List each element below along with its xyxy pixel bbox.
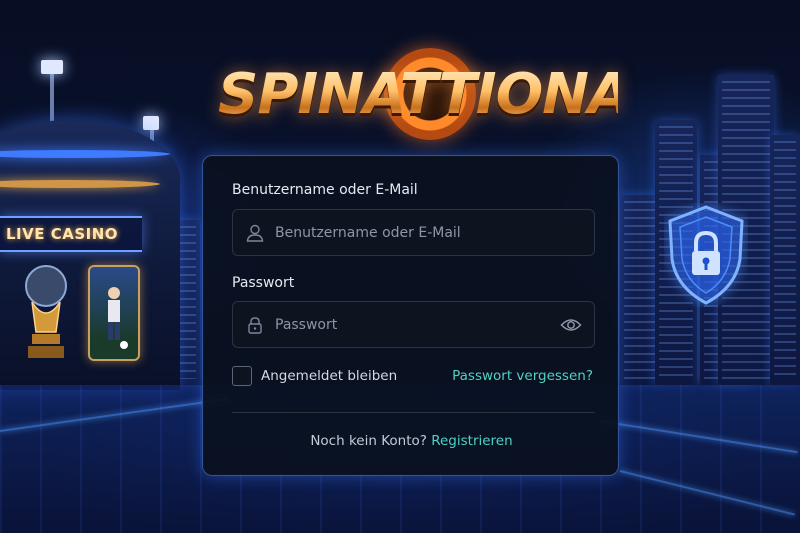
login-card: Benutzername oder E-Mail Passwort Angeme… (202, 155, 619, 476)
password-field[interactable] (232, 301, 595, 348)
live-casino-sign: LIVE CASINO (0, 216, 142, 252)
username-input[interactable] (275, 210, 555, 255)
username-label: Benutzername oder E-Mail (232, 182, 418, 198)
username-field[interactable] (232, 209, 595, 256)
football-player-icon (108, 287, 128, 349)
forgot-password-link[interactable]: Passwort vergessen? (452, 368, 593, 384)
divider (232, 412, 595, 413)
phone-screen (88, 265, 140, 361)
shield-lock-icon (668, 205, 744, 305)
register-link[interactable]: Registrieren (431, 433, 512, 449)
register-prompt: Noch kein Konto? Registrieren (203, 433, 620, 449)
remember-me-checkbox[interactable] (232, 366, 252, 386)
remember-me-label[interactable]: Angemeldet bleiben (261, 368, 397, 384)
lock-icon (248, 317, 262, 334)
password-input[interactable] (275, 302, 555, 347)
trophy-icon (25, 265, 67, 358)
brand-logo: SPINATTIONAL (218, 40, 666, 144)
no-account-text: Noch kein Konto? (310, 433, 427, 449)
logo-text: SPINATTIONAL (218, 62, 666, 127)
password-label: Passwort (232, 275, 295, 291)
eye-icon[interactable] (560, 315, 582, 335)
skyscraper (770, 135, 800, 385)
stadium-light (41, 60, 63, 74)
user-icon (246, 224, 264, 242)
skyscraper (620, 195, 660, 385)
stadium-light (143, 116, 159, 130)
